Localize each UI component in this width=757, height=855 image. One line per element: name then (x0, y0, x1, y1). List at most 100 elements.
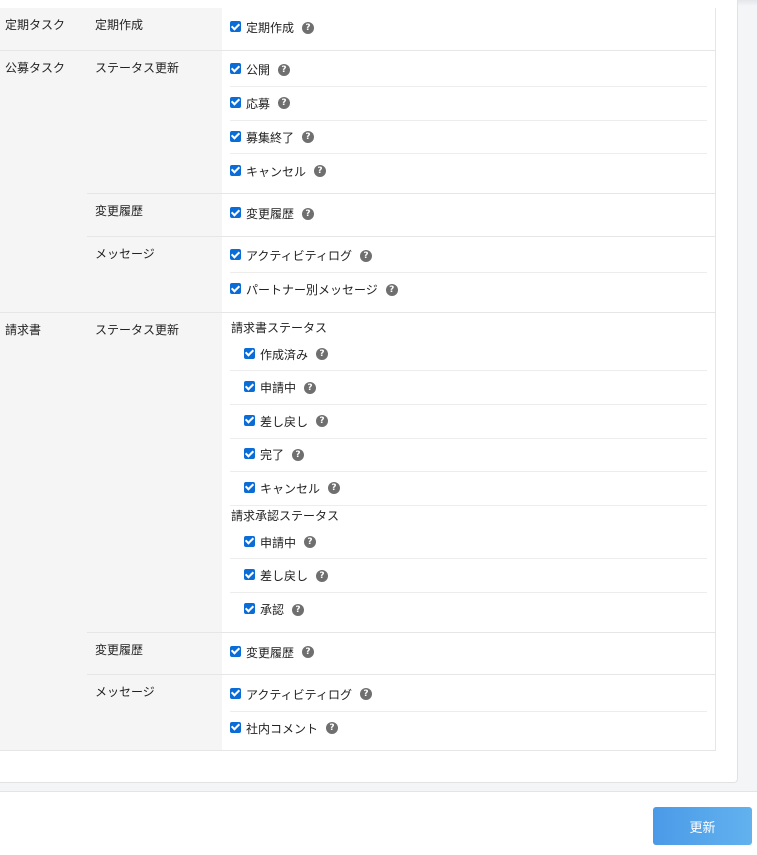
help-icon[interactable]: ? (314, 165, 327, 178)
checkbox[interactable] (230, 130, 241, 142)
checkbox[interactable] (230, 63, 241, 75)
group-options: アクティビティログ? パートナー別メッセージ? (222, 236, 716, 313)
permission-group-row: 請求書 ステータス更新 請求書ステータス 作成済み? 申請中? 差し戻し? 完了? キャンセル… (0, 312, 716, 752)
group-label: 変更履歴 (87, 193, 222, 237)
checkbox[interactable] (230, 645, 241, 657)
permission-option[interactable]: 公開? (230, 54, 707, 88)
checkbox[interactable] (230, 283, 241, 295)
help-icon[interactable]: ? (302, 131, 315, 144)
help-icon[interactable]: ? (316, 348, 329, 361)
permission-table: 定期タスク 定期作成 定期作成? 公募タスク ステータス更新 公開? 応募? 募集終了? キャン… (0, 8, 716, 752)
option-label: パートナー別メッセージ (246, 283, 378, 298)
option-label: アクティビティログ (246, 687, 352, 702)
checkbox[interactable] (244, 347, 255, 359)
checkbox[interactable] (230, 721, 241, 733)
permission-option[interactable]: 申請中? (230, 371, 707, 405)
permission-option[interactable]: キャンセル? (230, 154, 707, 188)
group-options: アクティビティログ? 社内コメント? (222, 674, 716, 752)
help-icon[interactable]: ? (359, 688, 372, 701)
option-label: キャンセル (246, 164, 307, 179)
option-label: 申請中 (260, 535, 297, 550)
option-label: 申請中 (260, 381, 297, 396)
help-icon[interactable]: ? (278, 97, 291, 110)
checkbox[interactable] (244, 535, 255, 547)
group-label: メッセージ (87, 236, 222, 313)
help-icon[interactable]: ? (304, 381, 317, 394)
permission-group-row: メッセージ アクティビティログ? パートナー別メッセージ? (0, 236, 716, 313)
checkbox[interactable] (244, 481, 255, 493)
group-options: 定期作成? (222, 8, 716, 51)
help-icon[interactable]: ? (328, 482, 341, 495)
help-icon[interactable]: ? (302, 646, 315, 659)
checkbox[interactable] (230, 249, 241, 261)
option-label: 募集終了 (246, 130, 295, 145)
permission-group-row: 公募タスク ステータス更新 公開? 応募? 募集終了? キャンセル? (0, 50, 716, 313)
help-icon[interactable]: ? (316, 415, 329, 428)
checkbox[interactable] (230, 207, 241, 219)
permission-option[interactable]: アクティビティログ? (230, 678, 707, 712)
help-icon[interactable]: ? (359, 249, 372, 262)
help-icon[interactable]: ? (302, 207, 315, 220)
permission-option[interactable]: 完了? (230, 439, 707, 473)
option-label: 差し戻し (260, 414, 309, 429)
group-options: 変更履歴? (222, 193, 716, 237)
option-label: 変更履歴 (246, 645, 295, 660)
category-label: 公募タスク (0, 50, 87, 313)
option-label: 定期作成 (246, 21, 295, 36)
permission-option[interactable]: 差し戻し? (230, 405, 707, 439)
permission-option[interactable]: 募集終了? (230, 121, 707, 155)
option-label: 作成済み (260, 347, 309, 362)
checkbox[interactable] (230, 96, 241, 108)
category-label: 定期タスク (0, 8, 87, 51)
permission-group-row: 変更履歴 変更履歴? (0, 193, 716, 237)
group-label: メッセージ (87, 674, 222, 752)
permission-option[interactable]: 応募? (230, 87, 707, 121)
permission-option[interactable]: 変更履歴? (230, 197, 707, 231)
group-options: 請求書ステータス 作成済み? 申請中? 差し戻し? 完了? キャンセル? 請求承認ステータス… (222, 312, 716, 633)
option-label: 公開 (246, 63, 271, 78)
checkbox[interactable] (230, 687, 241, 699)
checkbox[interactable] (244, 603, 255, 615)
checkbox[interactable] (230, 21, 241, 33)
subgroup-label: 請求書ステータス (231, 321, 328, 336)
permission-group-row: 変更履歴 変更履歴? (0, 632, 716, 676)
subgroup-label: 請求承認ステータス (231, 509, 340, 524)
update-button[interactable]: 更新 (653, 807, 752, 845)
help-icon[interactable]: ? (278, 63, 291, 76)
help-icon[interactable]: ? (292, 603, 305, 616)
option-label: 変更履歴 (246, 207, 295, 222)
checkbox[interactable] (244, 569, 255, 581)
footer-bar: 更新 (0, 791, 757, 855)
permission-option[interactable]: 社内コメント? (230, 712, 707, 746)
group-label: ステータス更新 (87, 50, 222, 194)
permission-option[interactable]: 申請中? (230, 526, 707, 560)
option-label: 承認 (260, 603, 285, 618)
help-icon[interactable]: ? (385, 283, 398, 296)
permission-option[interactable]: パートナー別メッセージ? (230, 273, 707, 307)
option-label: 完了 (260, 448, 285, 463)
help-icon[interactable]: ? (316, 569, 329, 582)
option-label: 社内コメント (246, 721, 319, 736)
group-label: 変更履歴 (87, 632, 222, 676)
checkbox[interactable] (244, 448, 255, 460)
permission-group-row: 定期タスク 定期作成 定期作成? (0, 8, 716, 51)
checkbox[interactable] (244, 414, 255, 426)
group-options: 公開? 応募? 募集終了? キャンセル? (222, 50, 716, 194)
option-label: 差し戻し (260, 569, 309, 584)
checkbox[interactable] (230, 164, 241, 176)
permission-option[interactable]: 作成済み? (230, 338, 707, 372)
group-options: 変更履歴? (222, 632, 716, 676)
help-icon[interactable]: ? (304, 536, 317, 549)
permission-option[interactable]: 差し戻し? (230, 559, 707, 593)
permission-option[interactable]: 定期作成? (230, 11, 707, 45)
checkbox[interactable] (244, 381, 255, 393)
permission-option[interactable]: アクティビティログ? (230, 240, 707, 274)
permission-option[interactable]: 変更履歴? (230, 636, 707, 670)
permission-option[interactable]: 承認? (230, 593, 707, 627)
permission-option[interactable]: キャンセル? (230, 472, 707, 506)
help-icon[interactable]: ? (326, 722, 339, 735)
help-icon[interactable]: ? (292, 448, 305, 461)
group-label: ステータス更新 (87, 312, 222, 633)
permission-group-row: メッセージ アクティビティログ? 社内コメント? (0, 674, 716, 752)
help-icon[interactable]: ? (302, 21, 315, 34)
